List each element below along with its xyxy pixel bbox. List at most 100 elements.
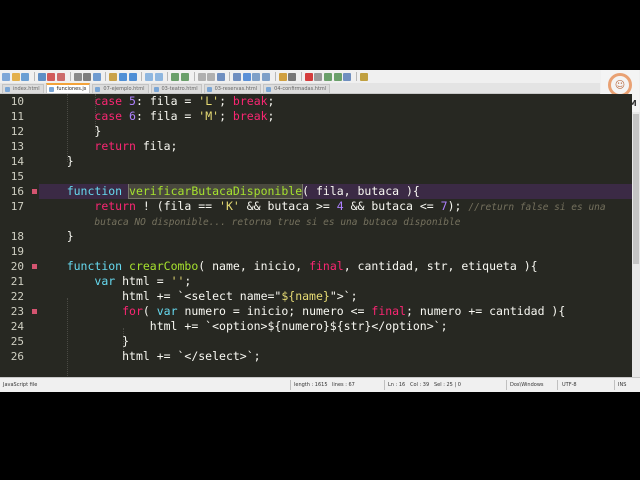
zoom-out-icon[interactable]	[180, 72, 189, 81]
save-icon[interactable]	[21, 72, 30, 81]
cut-icon[interactable]	[83, 72, 92, 81]
status-encoding: UTF-8	[562, 382, 577, 388]
line-number: 21	[10, 275, 24, 288]
code-line-17-wrap: butaca NO disponible... retorna true si …	[94, 217, 461, 228]
line-number: 12	[10, 125, 24, 138]
indent-guide-icon[interactable]	[242, 72, 251, 81]
code-line-21: var html = '';	[94, 274, 192, 288]
line-number: 23	[10, 305, 24, 318]
stop-macro-icon[interactable]	[314, 72, 323, 81]
code-line-11: case 6: fila = 'M'; break;	[94, 109, 275, 123]
saved-file-icon	[5, 87, 10, 92]
saved-file-icon	[95, 87, 101, 92]
toolbar-separator	[300, 72, 302, 81]
line-number: 10	[10, 95, 24, 108]
toolbar-separator	[69, 72, 71, 81]
toolbar-separator	[355, 72, 357, 81]
line-number-gutter: 10 11 12 13 14 15 16 17 18 19 20 21 22 23 24 25 26	[0, 94, 37, 377]
save-macro-icon[interactable]	[343, 72, 352, 81]
code-editor[interactable]: 10 11 12 13 14 15 16 17 18 19 20 21 22 23 24 25 26 case …	[0, 94, 632, 377]
line-number: 17	[10, 200, 24, 213]
unsaved-file-icon	[48, 87, 54, 92]
code-line-17: return ! (fila == 'K' && butaca >= 4 && …	[94, 199, 606, 213]
selected-text: verificarButacaDisponible	[128, 184, 304, 199]
function-list-icon[interactable]	[262, 72, 271, 81]
line-number: 11	[10, 110, 24, 123]
line-number: 16	[10, 185, 24, 198]
line-number: 19	[10, 245, 24, 258]
monitor-icon[interactable]	[288, 72, 297, 81]
play-macro-icon[interactable]	[324, 72, 333, 81]
tab-label: index.html	[13, 86, 40, 92]
copy-icon[interactable]	[92, 72, 101, 81]
toolbar-separator	[33, 72, 35, 81]
saved-file-icon	[266, 87, 272, 92]
line-number: 15	[10, 170, 24, 183]
code-line-10: case 5: fila = 'L'; break;	[94, 94, 275, 108]
tab-07-ejemplo-html[interactable]: 07-ejemplo.html	[92, 84, 149, 93]
all-chars-icon[interactable]	[233, 72, 242, 81]
paste-icon[interactable]	[109, 72, 118, 81]
status-filetype: JavaScript file	[3, 382, 38, 388]
tab-03-teatro-html[interactable]: 03-teatro.html	[150, 84, 202, 93]
wrap-icon[interactable]	[216, 72, 225, 81]
undo-icon[interactable]	[118, 72, 127, 81]
code-area[interactable]: case 5: fila = 'L'; break; case 6: fila …	[39, 94, 632, 377]
tab-label: 04-confirmadas.html	[274, 86, 327, 92]
sync-h-icon[interactable]	[207, 72, 216, 81]
code-line-22: html += `<select name="${name}">`;	[122, 289, 358, 303]
status-divider	[384, 380, 385, 390]
tab-funciones-js[interactable]: funciones.js	[45, 83, 91, 93]
tab-04-confirmadas-html[interactable]: 04-confirmadas.html	[263, 84, 331, 93]
status-eol: Dos\Windows	[510, 382, 544, 388]
spellcheck-icon[interactable]	[359, 72, 368, 81]
folder-workspace-icon[interactable]	[278, 72, 287, 81]
zoom-in-icon[interactable]	[171, 72, 180, 81]
toolbar	[0, 70, 600, 83]
toolbar-separator	[193, 72, 195, 81]
save-all-icon[interactable]	[37, 72, 46, 81]
open-icon[interactable]	[11, 72, 20, 81]
fold-marker-icon[interactable]	[32, 264, 37, 269]
find-icon[interactable]	[145, 72, 154, 81]
fold-marker-icon[interactable]	[32, 309, 37, 314]
status-length: length : 1615	[294, 382, 328, 388]
status-divider	[557, 380, 558, 390]
redo-icon[interactable]	[128, 72, 137, 81]
line-number: 22	[10, 290, 24, 303]
status-sel: Sel : 25 | 0	[434, 382, 461, 388]
status-divider	[614, 380, 615, 390]
fold-marker-icon[interactable]	[32, 189, 37, 194]
code-line-20: function crearCombo( name, inicio, final…	[66, 259, 538, 273]
status-ln: Ln : 16	[388, 382, 406, 388]
run-macro-icon[interactable]	[333, 72, 342, 81]
replace-icon[interactable]	[154, 72, 163, 81]
tab-label: 03-reservas.html	[214, 86, 258, 92]
scrollbar-thumb[interactable]	[633, 114, 639, 264]
tab-03-reservas-html[interactable]: 03-reservas.html	[203, 84, 262, 93]
sync-v-icon[interactable]	[197, 72, 206, 81]
close-icon[interactable]	[47, 72, 56, 81]
toolbar-separator	[274, 72, 276, 81]
tab-index-html[interactable]: index.html	[2, 84, 44, 93]
toolbar-separator	[105, 72, 107, 81]
code-line-25: }	[122, 334, 130, 348]
vertical-scrollbar[interactable]	[632, 112, 640, 378]
print-icon[interactable]	[73, 72, 82, 81]
tab-bar: index.html funciones.js 07-ejemplo.html 03-…	[0, 83, 600, 94]
saved-file-icon	[153, 87, 159, 92]
line-number: 18	[10, 230, 24, 243]
doc-map-icon[interactable]	[252, 72, 261, 81]
toolbar-separator	[167, 72, 169, 81]
notepad-plus-plus-window: index.html funciones.js 07-ejemplo.html 03-…	[0, 70, 640, 392]
code-line-26: html += `</select>`;	[122, 349, 261, 363]
code-line-23: for( var numero = inicio; numero <= fina…	[122, 304, 566, 318]
saved-file-icon	[206, 87, 212, 92]
record-macro-icon[interactable]	[304, 72, 313, 81]
new-file-icon[interactable]	[2, 72, 10, 81]
toolbar-separator	[141, 72, 143, 81]
close-all-icon[interactable]	[56, 72, 65, 81]
code-line-18: }	[66, 229, 74, 243]
tab-label: funciones.js	[56, 86, 87, 92]
status-col: Col : 39	[410, 382, 430, 388]
